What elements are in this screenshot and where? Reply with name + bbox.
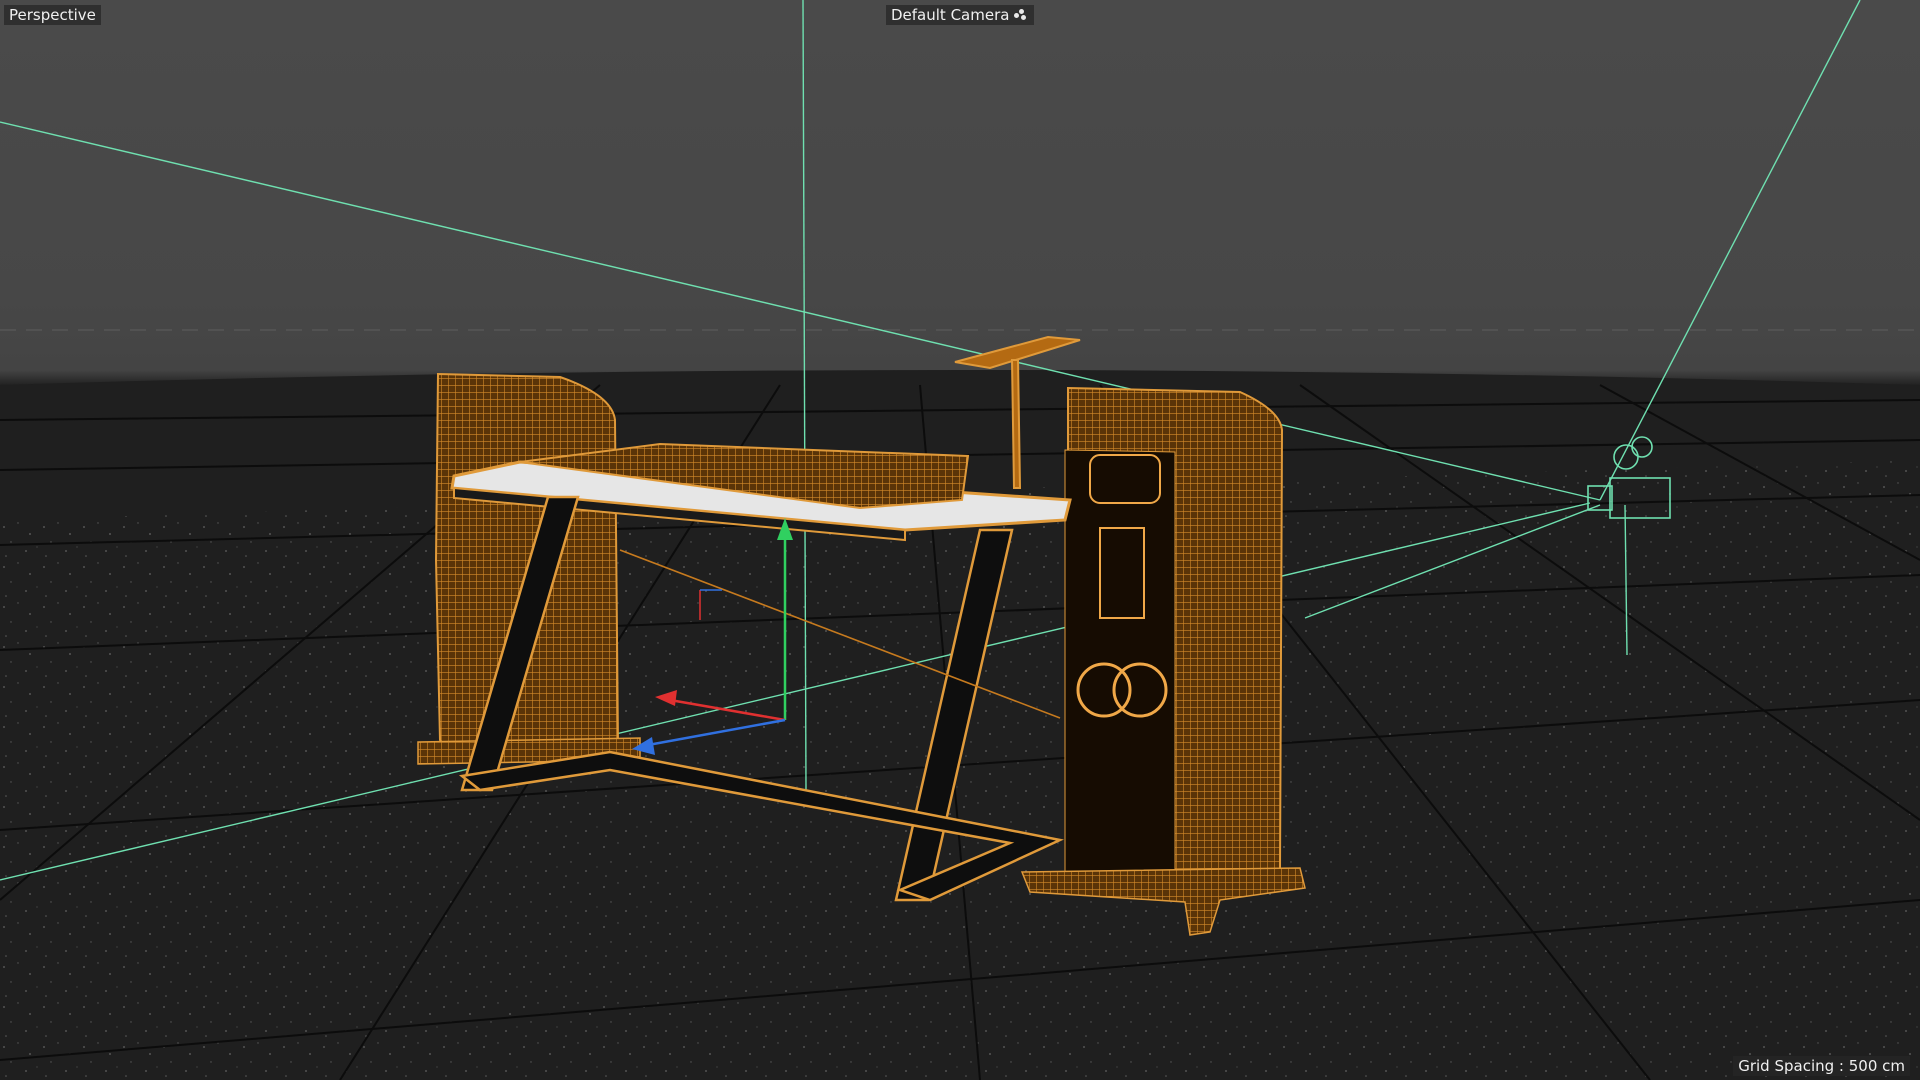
grid-spacing-label: Grid Spacing : 500 cm (1733, 1056, 1910, 1076)
camera-name: Default Camera (891, 6, 1010, 24)
view-label[interactable]: Perspective (4, 5, 101, 25)
3d-viewport[interactable]: Perspective Default Camera Grid Spacing … (0, 0, 1920, 1080)
camera-selector[interactable]: Default Camera (886, 5, 1035, 25)
scene-canvas[interactable] (0, 0, 1920, 1080)
camera-link-icon[interactable] (1013, 8, 1029, 22)
